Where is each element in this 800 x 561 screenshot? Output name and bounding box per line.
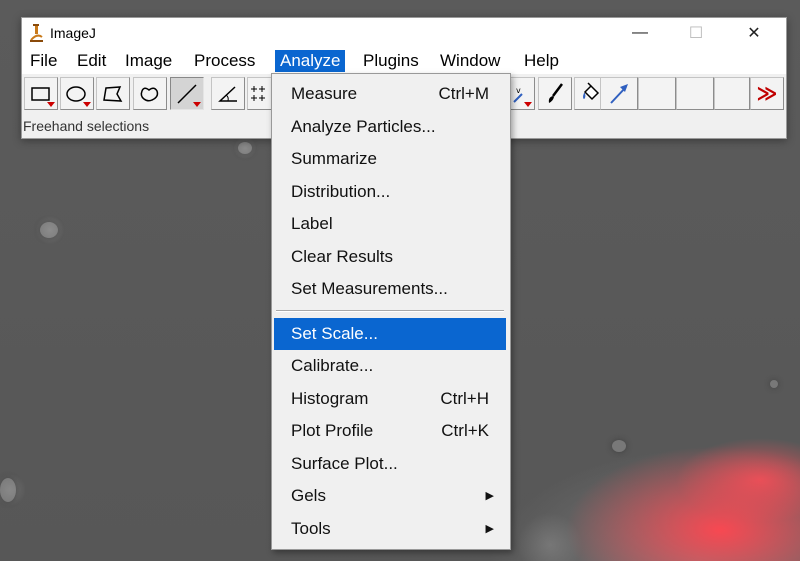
menu-process[interactable]: Process xyxy=(189,50,260,72)
menu-plugins[interactable]: Plugins xyxy=(358,50,424,72)
cell xyxy=(0,478,16,502)
brush-tool-icon xyxy=(548,82,563,103)
dropper-tool-icon: v xyxy=(512,86,523,103)
polygon-tool-icon xyxy=(103,85,123,102)
menu-item-label: Measure xyxy=(291,84,358,103)
angle-tool-icon xyxy=(218,85,237,102)
brush-tool-button[interactable] xyxy=(538,77,572,110)
cell xyxy=(612,440,626,452)
menu-window[interactable]: Window xyxy=(435,50,505,72)
multipoint-tool-button[interactable] xyxy=(247,77,271,110)
menu-item-label: Clear Results xyxy=(291,247,394,266)
submenu-arrow-icon: ▶ xyxy=(485,490,494,502)
minimize-icon: — xyxy=(632,24,648,41)
menu-edit[interactable]: Edit xyxy=(72,50,111,72)
cell xyxy=(770,380,778,388)
rectangle-tool-icon xyxy=(31,86,50,101)
menu-item-calibrate[interactable]: Calibrate... xyxy=(274,350,506,382)
menu-help[interactable]: Help xyxy=(519,50,564,72)
menu-item-shortcut: Ctrl+K xyxy=(441,421,489,440)
oval-tool-icon xyxy=(66,85,86,102)
polygon-tool-button[interactable] xyxy=(96,77,130,110)
menu-item-surface-plot[interactable]: Surface Plot... xyxy=(274,448,506,480)
menu-item-label: Distribution... xyxy=(291,182,391,201)
menu-item-label-cmd[interactable]: Label xyxy=(274,208,506,240)
menu-item-label: Set Measurements... xyxy=(291,279,448,298)
microscope-icon xyxy=(30,24,43,42)
menu-item-shortcut: Ctrl+M xyxy=(438,84,489,103)
empty-tool-slot xyxy=(638,77,676,110)
menu-item-histogram[interactable]: Histogram Ctrl+H xyxy=(274,383,506,415)
more-tools-button[interactable]: ≫ xyxy=(750,77,784,110)
menu-item-label: Label xyxy=(291,214,333,233)
minimize-button[interactable]: — xyxy=(616,18,664,48)
svg-text:v: v xyxy=(516,86,521,95)
arrow-tool-button[interactable] xyxy=(600,77,638,110)
freehand-tool-button[interactable] xyxy=(133,77,167,110)
menu-item-clear-results[interactable]: Clear Results xyxy=(274,241,506,273)
angle-tool-button[interactable] xyxy=(211,77,245,110)
dropper-tool-button[interactable]: v xyxy=(509,77,535,110)
cell xyxy=(40,222,58,238)
menu-item-label: Tools xyxy=(291,519,331,538)
menu-analyze[interactable]: Analyze xyxy=(275,50,346,72)
more-tools-icon: ≫ xyxy=(756,83,778,105)
empty-tool-slot xyxy=(676,77,714,110)
rectangle-tool-button[interactable] xyxy=(24,77,58,110)
menu-item-gels[interactable]: Gels ▶ xyxy=(274,480,506,512)
menu-item-distribution[interactable]: Distribution... xyxy=(274,176,506,208)
title-bar[interactable]: ImageJ — ☐ ✕ xyxy=(22,18,786,48)
menu-item-label: Summarize xyxy=(291,149,377,168)
menu-item-label: Histogram xyxy=(291,389,369,408)
menu-image[interactable]: Image xyxy=(120,50,177,72)
cell xyxy=(238,142,252,154)
maximize-icon: ☐ xyxy=(688,25,704,42)
multipoint-tool-icon xyxy=(250,85,265,101)
arrow-tool-icon xyxy=(610,83,628,104)
status-bar: Freehand selections xyxy=(23,118,150,134)
submenu-arrow-icon: ▶ xyxy=(485,523,494,535)
line-tool-button[interactable] xyxy=(170,77,204,110)
menu-bar: File Edit Image Process Analyze Plugins … xyxy=(22,48,786,74)
oval-tool-button[interactable] xyxy=(60,77,94,110)
maximize-button[interactable]: ☐ xyxy=(672,18,720,48)
menu-item-analyze-particles[interactable]: Analyze Particles... xyxy=(274,111,506,143)
menu-file[interactable]: File xyxy=(25,50,62,72)
menu-item-label: Surface Plot... xyxy=(291,454,398,473)
menu-item-label: Analyze Particles... xyxy=(291,117,436,136)
menu-item-label: Calibrate... xyxy=(291,356,374,375)
menu-item-label: Plot Profile xyxy=(291,421,374,440)
close-icon: ✕ xyxy=(747,25,761,42)
menu-item-set-scale[interactable]: Set Scale... xyxy=(274,318,506,350)
window-title: ImageJ xyxy=(50,25,96,41)
menu-separator xyxy=(276,310,504,312)
close-button[interactable]: ✕ xyxy=(730,18,778,48)
menu-item-plot-profile[interactable]: Plot Profile Ctrl+K xyxy=(274,415,506,447)
analyze-menu-dropdown: Measure Ctrl+M Analyze Particles... Summ… xyxy=(271,73,511,550)
menu-item-label: Gels xyxy=(291,486,326,505)
menu-item-summarize[interactable]: Summarize xyxy=(274,143,506,175)
menu-item-measure[interactable]: Measure Ctrl+M xyxy=(274,78,506,110)
empty-tool-slot xyxy=(714,77,750,110)
freehand-tool-icon xyxy=(140,87,159,102)
menu-item-tools[interactable]: Tools ▶ xyxy=(274,513,506,545)
menu-item-shortcut: Ctrl+H xyxy=(440,389,489,408)
menu-item-label: Set Scale... xyxy=(291,324,378,343)
menu-item-set-measurements[interactable]: Set Measurements... xyxy=(274,273,506,305)
